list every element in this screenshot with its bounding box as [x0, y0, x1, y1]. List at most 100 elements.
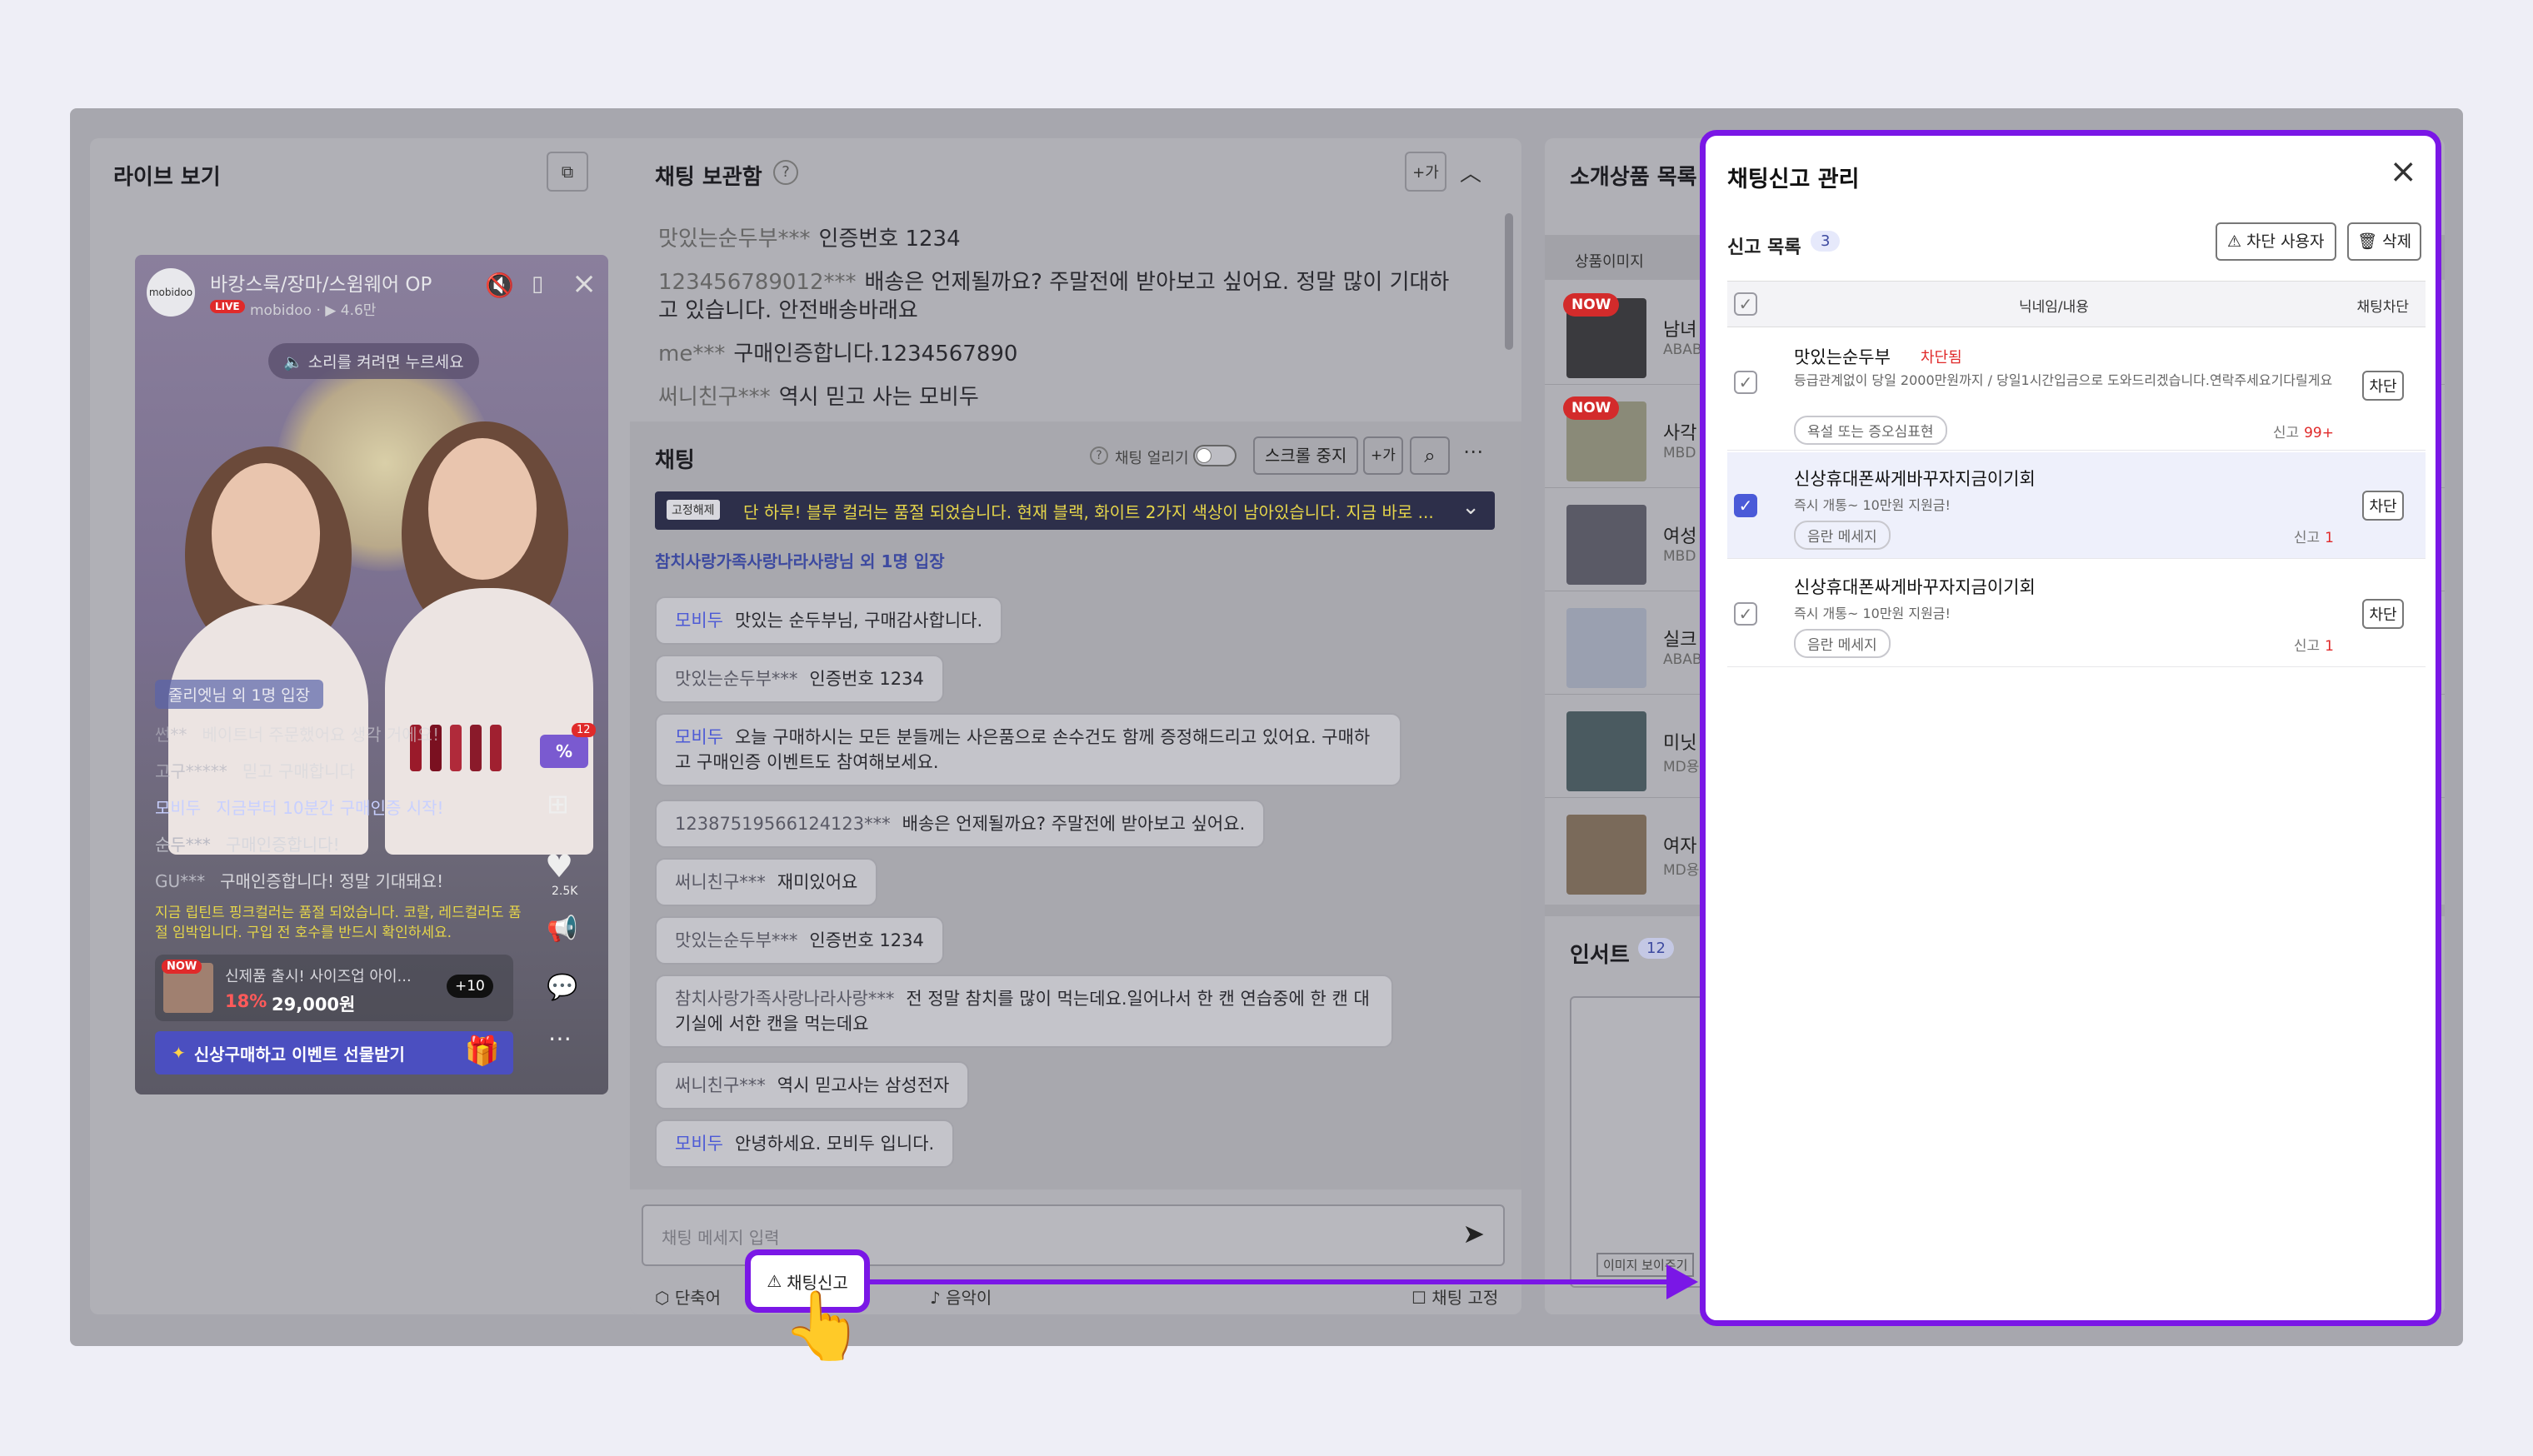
chat-message[interactable]: 모비두 오늘 구매하시는 모든 분들께는 사은품으로 손수건도 함께 증정해드리고… [655, 713, 1401, 786]
chat-fix-button[interactable]: ☐ 채팅 고정 [1411, 1284, 1498, 1309]
chat-message[interactable]: 모비두 안녕하세요. 모비두 입니다. [655, 1119, 955, 1168]
send-icon[interactable]: ➤ [1462, 1218, 1485, 1249]
coupon-button[interactable]: % [540, 735, 588, 768]
select-all-checkbox[interactable]: ✓ [1734, 292, 1757, 316]
coupon-count-badge: 12 [572, 723, 596, 737]
chat-message[interactable]: 맛있는순두부*** 인증번호 1234 [655, 916, 944, 965]
report-close-icon[interactable]: × [2389, 152, 2417, 191]
unpin-tag[interactable]: 고정해제 [667, 500, 720, 520]
chat-message[interactable]: 모비두 맛있는 순두부님, 구매감사합니다. [655, 596, 1003, 645]
report-reason-tag: 음란 메세지 [1794, 629, 1891, 658]
archive-scrollbar[interactable] [1505, 213, 1513, 350]
chat-panel: 채팅 보관함 ? +가 ︿ 맛있는순두부*** 인증번호 1234 1234567… [630, 138, 1521, 1314]
freeze-help-icon[interactable]: ? [1090, 446, 1108, 465]
delete-button[interactable]: 🗑 삭제 [2347, 222, 2422, 261]
archive-item[interactable]: 123456789012*** 배송은 언제될까요? 주말전에 받아보고 싶어요.… [658, 268, 1458, 325]
live-title: 라이브 보기 [113, 165, 221, 190]
report-reason-tag: 음란 메세지 [1794, 521, 1891, 550]
connector-line [870, 1279, 1670, 1284]
sound-hint[interactable]: 🔈 소리를 켜려면 누르세요 [268, 343, 479, 379]
collapse-icon[interactable]: ︿ [1460, 157, 1481, 187]
live-msg: 고구***** 믿고 구매합니다 [155, 761, 355, 781]
chat-message[interactable]: 써니친구*** 역시 믿고사는 삼성전자 [655, 1061, 970, 1109]
mute-icon[interactable]: 🔇 [485, 272, 514, 299]
help-icon[interactable]: ? [773, 160, 798, 185]
block-button[interactable]: 차단 [2362, 491, 2404, 521]
report-siren-icon: ⚠ [767, 1271, 782, 1291]
blocked-status: 차단됨 [1921, 349, 1962, 366]
block-button[interactable]: 차단 [2362, 371, 2404, 401]
channel-avatar[interactable]: mobidoo [147, 268, 195, 317]
row-checkbox[interactable]: ✓ [1734, 371, 1757, 394]
archive-font-button[interactable]: +가 [1405, 152, 1446, 192]
pinned-notice[interactable]: 고정해제 단 하루! 블루 컬러는 품절 되었습니다. 현재 블랙, 화이트 2… [655, 491, 1495, 530]
reported-nickname: 맛있는순두부 [1794, 347, 1891, 367]
insert-title: 인서트 [1570, 943, 1630, 968]
live-video[interactable]: mobidoo 바캉스룩/장마/스윔웨어 OP LIVE mobidoo · ▶… [135, 255, 608, 1094]
report-row[interactable]: ✓ 맛있는순두부 차단됨 등급관계없이 당일 2000만원까지 / 당일1시간입… [1727, 329, 2426, 451]
col-name: 닉네임/내용 [2019, 299, 2089, 316]
event-banner[interactable]: ✦ 신상구매하고 이벤트 선물받기 🎁 [155, 1031, 513, 1075]
trash-icon: 🗑 [2357, 232, 2383, 251]
product-row-name: 남녀 [1663, 320, 1697, 341]
insert-count: 12 [1638, 938, 1674, 959]
gift-side-icon[interactable]: ⊞ [547, 788, 569, 820]
more-icon[interactable]: ⋯ [548, 1025, 572, 1052]
reported-content: 즉시 개통~ 10만원 지원금! [1794, 497, 1951, 513]
channel-name: 바캉스룩/장마/스윔웨어 OP [210, 274, 432, 296]
chat-font-button[interactable]: +가 [1363, 436, 1403, 475]
report-row-selected[interactable]: ✓ 신상휴대폰싸게바꾸자지금이기회 즉시 개통~ 10만원 지원금! 음란 메세… [1727, 452, 2426, 559]
report-table-header: ✓ 닉네임/내용 채팅차단 [1727, 281, 2426, 327]
chat-bubble-icon[interactable]: 💬 [547, 973, 577, 1002]
expand-icon[interactable]: ⌄ [1461, 495, 1480, 520]
product-row-name: 실크 [1663, 630, 1697, 651]
warning-icon: ⚠ [2227, 232, 2247, 251]
chat-message[interactable]: 참치사랑가족사랑나라사랑*** 전 정말 참치를 많이 먹는데요.일어나서 한 캔… [655, 975, 1393, 1048]
product-price: 29,000원 [272, 995, 356, 1015]
product-name: 신제품 출시! 사이즈업 아이... [225, 968, 412, 985]
sound-button[interactable]: ♪ 음악이 [930, 1284, 992, 1309]
pointer-hand-icon: 👆 [782, 1287, 865, 1364]
archive-item[interactable]: me*** 구매인증합니다.1234567890 [658, 340, 1458, 368]
product-discount: 18% [225, 991, 267, 1011]
shortcut-icon: ⬡ [655, 1288, 675, 1308]
bookmark-icon[interactable]: ▯ [532, 272, 543, 297]
megaphone-icon[interactable]: 📢 [547, 915, 577, 944]
search-icon[interactable]: ⌕ [1410, 436, 1450, 475]
chat-section: 채팅 ? 채팅 얼리기 스크롤 중지 +가 ⌕ ⋯ 고정해제 단 하루! 블루 … [630, 421, 1521, 1314]
popout-button[interactable]: ⧉ [547, 152, 588, 192]
like-count: 2.5K [552, 885, 578, 898]
speaker-icon: 🔈 [283, 353, 308, 371]
join-notice: 줄리엣님 외 1명 입장 [155, 680, 324, 709]
freeze-label: 채팅 얼리기 [1115, 450, 1189, 467]
shortcut-button[interactable]: ⬡ 단축어 [655, 1284, 721, 1309]
chat-message[interactable]: 12387519566124123*** 배송은 언제될까요? 주말전에 받아보고… [655, 800, 1266, 848]
chat-message[interactable]: 써니친구*** 재미있어요 [655, 858, 878, 906]
row-checkbox[interactable]: ✓ [1734, 494, 1757, 517]
chat-message[interactable]: 맛있는순두부*** 인증번호 1234 [655, 655, 944, 703]
sound-hint-label: 소리를 켜려면 누르세요 [307, 353, 464, 371]
reported-content: 즉시 개통~ 10만원 지원금! [1794, 606, 1951, 621]
close-icon[interactable]: × [572, 267, 597, 301]
freeze-toggle[interactable] [1193, 445, 1237, 466]
report-count-badge: 3 [1811, 231, 1841, 252]
report-row[interactable]: ✓ 신상휴대폰싸게바꾸자지금이기회 즉시 개통~ 10만원 지원금! 음란 메세… [1727, 561, 2426, 667]
connector-arrowhead [1666, 1264, 1698, 1299]
product-more-button[interactable]: +10 [447, 975, 493, 998]
product-card[interactable]: NOW 신제품 출시! 사이즈업 아이... 18% 29,000원 +10 [155, 955, 513, 1021]
product-row-name: 미닛 [1663, 733, 1697, 754]
event-banner-label: 신상구매하고 이벤트 선물받기 [193, 1044, 405, 1065]
live-badge: LIVE [210, 300, 245, 313]
stop-scroll-button[interactable]: 스크롤 중지 [1253, 436, 1359, 475]
archive-item[interactable]: 맛있는순두부*** 인증번호 1234 [658, 225, 1458, 253]
heart-icon[interactable]: ♥ [545, 848, 573, 885]
chat-more-icon[interactable]: ⋯ [1463, 440, 1483, 463]
reported-nickname: 신상휴대폰싸게바꾸자지금이기회 [1794, 577, 2036, 597]
blocked-users-button[interactable]: ⚠ 차단 사용자 [2216, 222, 2336, 261]
row-checkbox[interactable]: ✓ [1734, 602, 1757, 626]
archive-item[interactable]: 써니친구*** 역시 믿고 사는 모비두 [658, 383, 1458, 411]
sparkle-icon: ✦ [172, 1043, 186, 1063]
block-button[interactable]: 차단 [2362, 599, 2404, 629]
report-modal: 채팅신고 관리 × 신고 목록 3 ⚠ 차단 사용자 🗑 삭제 ✓ 닉네임/내용… [1700, 130, 2441, 1326]
now-badge: NOW [1563, 396, 1620, 420]
